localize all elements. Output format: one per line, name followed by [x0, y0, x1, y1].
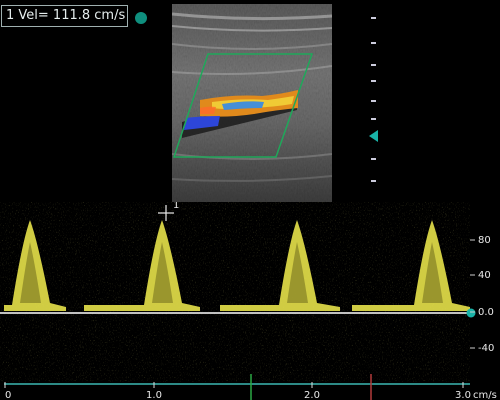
velocity-tick-label: 40: [478, 270, 491, 281]
depth-tick: [371, 80, 376, 82]
measurement-marker-dot[interactable]: [135, 12, 147, 24]
depth-tick: [371, 158, 376, 160]
velocity-scale: 80 40 0.0 -40: [470, 235, 494, 354]
depth-tick: [371, 64, 376, 66]
spectral-noise: [0, 202, 470, 382]
velocity-tick-label: 0.0: [478, 307, 494, 318]
velocity-unit-label: cm/s: [473, 390, 497, 400]
focus-depth-marker[interactable]: [369, 130, 378, 142]
time-tick-label: 0: [5, 390, 11, 400]
velocity-readout: 1 Vel= 111.8 cm/s: [1, 5, 128, 27]
time-tick-label: 2.0: [304, 390, 320, 400]
ultrasound-screen: 1 Vel= 111.8 cm/s 80 40 0.0 -40 cm/s 1 0…: [0, 0, 500, 400]
velocity-tick-label: -40: [478, 343, 494, 354]
depth-tick: [371, 17, 376, 19]
spectral-doppler: 80 40 0.0 -40 cm/s 1 0 1.0 2.0 3.0: [0, 202, 497, 400]
bmode-color-image: [172, 4, 332, 202]
depth-tick: [371, 180, 376, 182]
depth-tick: [371, 42, 376, 44]
velocity-tick-label: 80: [478, 235, 491, 246]
depth-tick: [371, 100, 376, 102]
baseline-handle[interactable]: [466, 308, 476, 318]
time-tick-label: 1.0: [146, 390, 162, 400]
time-tick-label: 3.0: [455, 390, 471, 400]
depth-tick: [371, 118, 376, 120]
cursor-label: 1: [173, 202, 179, 211]
